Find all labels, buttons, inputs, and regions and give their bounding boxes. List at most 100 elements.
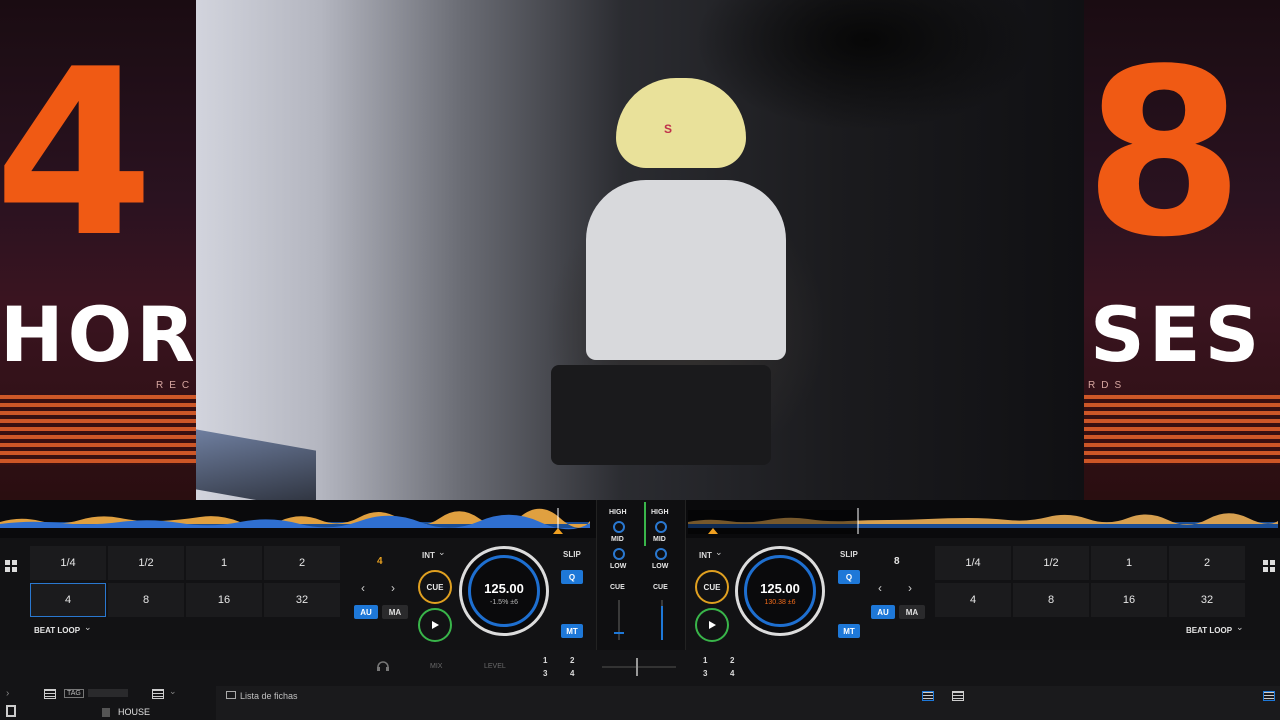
right-loop-size: 8 [894, 556, 900, 567]
right-eq-high-knob[interactable] [655, 521, 667, 533]
left-eq-mid-label: MID [611, 536, 624, 543]
right-pad-32[interactable]: 32 [1169, 583, 1245, 617]
right-pad-1-4[interactable]: 1/4 [935, 546, 1011, 580]
left-quantize-button[interactable]: Q [561, 570, 583, 584]
left-int-chevron-icon[interactable]: ⌄ [438, 547, 446, 558]
right-cue-button[interactable]: CUE [695, 570, 729, 604]
left-bpm: 125.00 [484, 581, 524, 596]
list-view-icon[interactable] [152, 689, 164, 699]
left-mt-button[interactable]: MT [561, 624, 583, 638]
left-pad-2[interactable]: 2 [264, 546, 340, 580]
right-int-label[interactable]: INT [699, 551, 712, 560]
left-loop-halve-icon[interactable]: ‹ [361, 581, 365, 595]
folder-house[interactable]: HOUSE [118, 707, 150, 717]
window-icon[interactable] [44, 689, 56, 699]
right-loop-double-icon[interactable]: › [908, 581, 912, 595]
dj-controller [551, 365, 771, 465]
left-eq-mid-knob[interactable] [613, 548, 625, 560]
right-pad-16[interactable]: 16 [1091, 583, 1167, 617]
browser-tree: › TAG ⌄ HOUSE [0, 686, 216, 720]
left-fx-2[interactable]: 2 [570, 656, 574, 665]
right-eq-low-label: LOW [652, 563, 669, 570]
right-volume-fader-fill [661, 606, 663, 640]
detailed-list-icon[interactable] [922, 691, 934, 701]
right-fx-2[interactable]: 2 [730, 656, 734, 665]
tag-button[interactable]: TAG [64, 689, 84, 698]
vu-meter [644, 502, 646, 546]
left-pad-16[interactable]: 16 [186, 583, 262, 617]
right-loop-mode[interactable]: BEAT LOOP [1186, 626, 1232, 635]
left-loop-mode-chevron-icon[interactable]: ⌄ [84, 622, 92, 633]
left-pad-1[interactable]: 1 [186, 546, 262, 580]
right-pad-8[interactable]: 8 [1013, 583, 1089, 617]
left-fx-1[interactable]: 1 [543, 656, 547, 665]
left-volume-fader[interactable] [618, 600, 620, 640]
right-banner-small: RDS [1088, 380, 1128, 391]
sidebar-toggle-icon[interactable] [6, 705, 16, 717]
right-pad-2[interactable]: 2 [1169, 546, 1245, 580]
left-play-button[interactable] [418, 608, 452, 642]
left-au-button[interactable]: AU [354, 605, 378, 619]
left-cue-button[interactable]: CUE [418, 570, 452, 604]
left-pad-8[interactable]: 8 [108, 583, 184, 617]
right-pad-1-2[interactable]: 1/2 [1013, 546, 1089, 580]
right-pad-mode-icon[interactable] [1263, 560, 1275, 572]
expand-chevron-icon[interactable]: › [6, 688, 9, 699]
right-banner-number: 8 [1084, 21, 1245, 288]
left-pad-mode-icon[interactable] [5, 560, 17, 572]
crossfader-handle[interactable] [636, 658, 638, 676]
right-fx-4[interactable]: 4 [730, 669, 734, 678]
right-fx-1[interactable]: 1 [703, 656, 707, 665]
left-loop-double-icon[interactable]: › [391, 581, 395, 595]
right-play-button[interactable] [695, 608, 729, 642]
right-eq-mid-knob[interactable] [655, 548, 667, 560]
side-list-icon[interactable] [1263, 691, 1275, 701]
left-eq-high-label: HIGH [609, 509, 627, 516]
right-int-chevron-icon[interactable]: ⌄ [715, 547, 723, 558]
left-pad-4[interactable]: 4 [30, 583, 106, 617]
left-loop-mode[interactable]: BEAT LOOP [34, 626, 80, 635]
left-banner-stripes [0, 395, 196, 465]
right-eq-high-label: HIGH [651, 509, 669, 516]
right-quantize-button[interactable]: Q [838, 570, 860, 584]
left-pitch: -1.5% ±6 [490, 599, 518, 606]
right-pad-4[interactable]: 4 [935, 583, 1011, 617]
right-mt-button[interactable]: MT [838, 624, 860, 638]
left-fx-4[interactable]: 4 [570, 669, 574, 678]
mix-label: MIX [430, 663, 443, 670]
left-pad-32[interactable]: 32 [264, 583, 340, 617]
left-pad-1-2[interactable]: 1/2 [108, 546, 184, 580]
view-buttons[interactable] [88, 689, 128, 697]
left-fx-3[interactable]: 3 [543, 669, 547, 678]
crossfader-track[interactable] [602, 666, 676, 668]
right-slip-button[interactable]: SLIP [840, 550, 858, 559]
left-pad-1-4[interactable]: 1/4 [30, 546, 106, 580]
compact-list-icon[interactable] [952, 691, 964, 701]
left-int-label[interactable]: INT [422, 551, 435, 560]
left-loop-size: 4 [377, 556, 383, 567]
left-eq-high-knob[interactable] [613, 521, 625, 533]
right-fx-3[interactable]: 3 [703, 669, 707, 678]
right-pad-grid: 1/4 1/2 1 2 4 8 16 32 [935, 546, 1245, 617]
right-jog-wheel[interactable]: 125.00 130.38 ±6 [735, 546, 825, 636]
headphones-icon[interactable] [376, 660, 390, 672]
right-au-button[interactable]: AU [871, 605, 895, 619]
right-ma-button[interactable]: MA [899, 605, 925, 619]
right-deck-waveform[interactable] [688, 504, 1278, 534]
dj-cap: S [616, 78, 746, 168]
right-loop-halve-icon[interactable]: ‹ [878, 581, 882, 595]
right-pad-1[interactable]: 1 [1091, 546, 1167, 580]
left-volume-fader-handle[interactable] [614, 632, 624, 634]
view-chevron-icon[interactable]: ⌄ [169, 686, 177, 697]
left-ma-button[interactable]: MA [382, 605, 408, 619]
browser-title: Lista de fichas [240, 691, 298, 701]
left-headphone-cue[interactable]: CUE [610, 584, 625, 591]
video-feed: 4 HOR REC S 8 SES RDS [0, 0, 1280, 500]
left-deck-waveform[interactable] [0, 504, 590, 534]
right-headphone-cue[interactable]: CUE [653, 584, 668, 591]
right-loop-mode-chevron-icon[interactable]: ⌄ [1236, 622, 1244, 633]
left-banner-number: 4 [0, 21, 155, 288]
left-jog-wheel[interactable]: 125.00 -1.5% ±6 [459, 546, 549, 636]
left-pad-grid: 1/4 1/2 1 2 4 8 16 32 [30, 546, 340, 617]
left-slip-button[interactable]: SLIP [563, 550, 581, 559]
